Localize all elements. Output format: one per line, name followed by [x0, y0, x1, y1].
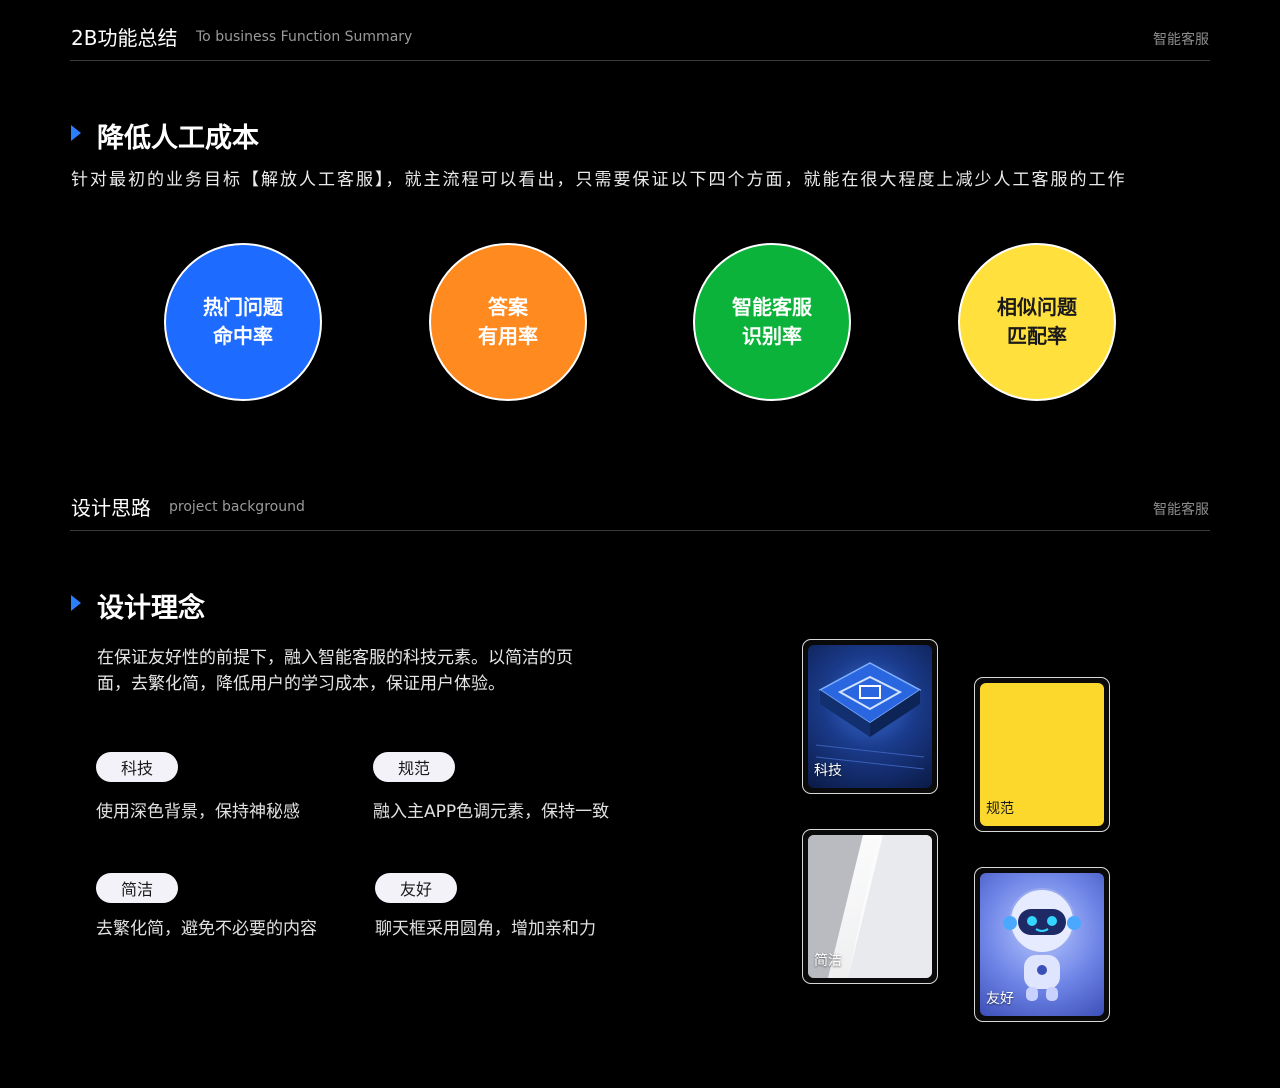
- header-subtitle: To business Function Summary: [196, 29, 413, 45]
- principle-tag-tech: 科技: [96, 752, 178, 782]
- image-card-friendly: 友好: [974, 867, 1110, 1022]
- section-bullet-icon: [71, 125, 81, 141]
- metric-label: 有用率: [478, 324, 538, 348]
- card-label: 科技: [814, 763, 842, 779]
- principle-tag-simple: 简洁: [96, 873, 178, 903]
- paragraph-line: 在保证友好性的前提下，融入智能客服的科技元素。以简洁的页: [97, 648, 573, 668]
- header-divider: [70, 60, 1210, 61]
- image-card-tech: 科技: [802, 639, 938, 794]
- principle-tag-friendly: 友好: [375, 873, 457, 903]
- section-description: 针对最初的业务目标【解放人工客服】，就主流程可以看出，只需要保证以下四个方面，就…: [71, 170, 1127, 190]
- principle-desc: 聊天框采用圆角，增加亲和力: [375, 919, 596, 939]
- metric-label: 识别率: [742, 324, 802, 348]
- metric-label: 相似问题: [997, 295, 1077, 319]
- card-label: 规范: [986, 801, 1014, 817]
- metric-circle-recognition: 智能客服 识别率: [693, 243, 851, 401]
- principle-tag-standard: 规范: [373, 752, 455, 782]
- header-category: 智能客服: [1153, 502, 1209, 518]
- principle-desc: 使用深色背景，保持神秘感: [96, 802, 300, 822]
- principle-desc: 融入主APP色调元素，保持一致: [373, 802, 610, 822]
- metric-label: 命中率: [213, 324, 273, 348]
- card-label: 简洁: [814, 953, 842, 969]
- metric-circle-answer: 答案 有用率: [429, 243, 587, 401]
- card-label: 友好: [986, 991, 1014, 1007]
- image-card-standard: 规范: [974, 677, 1110, 832]
- header-subtitle: project background: [169, 499, 305, 515]
- metric-label: 答案: [488, 295, 528, 319]
- principle-desc: 去繁化简，避免不必要的内容: [96, 919, 317, 939]
- metric-label: 匹配率: [1007, 324, 1067, 348]
- section-bullet-icon: [71, 595, 81, 611]
- section-title-design: 设计理念: [97, 593, 205, 624]
- section-title-cost: 降低人工成本: [97, 123, 259, 154]
- header-title: 设计思路: [71, 496, 151, 520]
- metric-label: 智能客服: [732, 295, 812, 319]
- header-category: 智能客服: [1153, 32, 1209, 48]
- metric-circle-hot-question: 热门问题 命中率: [164, 243, 322, 401]
- metric-circle-similar: 相似问题 匹配率: [958, 243, 1116, 401]
- paragraph-line: 面，去繁化简，降低用户的学习成本，保证用户体验。: [97, 674, 505, 694]
- yellow-swatch-icon: 规范: [980, 683, 1104, 826]
- header-divider: [70, 530, 1210, 531]
- design-paragraph: 在保证友好性的前提下，融入智能客服的科技元素。以简洁的页 面，去繁化简，降低用户…: [97, 645, 617, 697]
- header-title: 2B功能总结: [71, 26, 178, 50]
- metric-label: 热门问题: [203, 295, 283, 319]
- image-card-simple: 简洁: [802, 829, 938, 984]
